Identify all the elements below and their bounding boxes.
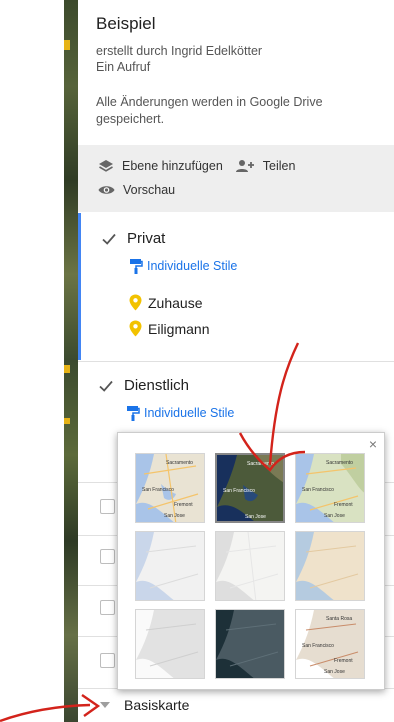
add-layer-button[interactable]: Ebene hinzufügen <box>98 159 223 173</box>
svg-text:San Jose: San Jose <box>164 513 185 519</box>
basemap-toggle[interactable]: Basiskarte <box>100 697 189 713</box>
layer-name[interactable]: Dienstlich <box>124 377 189 394</box>
svg-text:Santa Rosa: Santa Rosa <box>326 616 352 622</box>
paint-roller-icon <box>130 259 143 274</box>
svg-text:San Jose: San Jose <box>324 669 345 675</box>
map-meta: erstellt durch Ingrid Edelkötter Ein Auf… <box>96 43 262 75</box>
layers-icon <box>99 160 113 172</box>
views-count: Ein Aufruf <box>96 60 151 74</box>
layer-checkbox[interactable] <box>98 378 114 394</box>
close-icon[interactable]: × <box>369 436 377 452</box>
eye-icon <box>98 186 115 194</box>
layer-checkbox[interactable] <box>100 549 115 564</box>
chevron-down-icon <box>100 702 110 708</box>
road-marker <box>64 40 70 50</box>
preview-button[interactable]: Vorschau <box>98 183 175 197</box>
layer-checkbox[interactable] <box>101 231 117 247</box>
road-marker <box>64 365 70 373</box>
basemap-tile-satellite[interactable]: Sacramento San Francisco San Jose <box>215 453 285 523</box>
panel-toolbar: Ebene hinzufügen Teilen Vorschau <box>78 145 394 212</box>
svg-text:San Francisco: San Francisco <box>302 643 334 649</box>
place-item[interactable]: Eiligmann <box>129 320 209 337</box>
add-layer-label: Ebene hinzufügen <box>122 159 223 173</box>
basemap-style-popup: × Sacramento San Francisco Fremont San J… <box>117 432 385 690</box>
saved-notice: Alle Änderungen werden in Google Drive g… <box>96 95 323 126</box>
svg-text:Sacramento: Sacramento <box>166 460 193 466</box>
add-person-icon <box>235 160 254 172</box>
individual-styles-link[interactable]: Individuelle Stile <box>129 258 237 274</box>
preview-label: Vorschau <box>123 183 176 197</box>
svg-text:Fremont: Fremont <box>334 658 353 664</box>
road-marker <box>64 418 70 424</box>
share-label: Teilen <box>262 159 296 173</box>
basemap-tile-light-landmass[interactable] <box>135 609 205 679</box>
basemap-tile-light-political[interactable] <box>135 531 205 601</box>
individual-styles-label: Individuelle Stile <box>147 259 238 273</box>
basemap-tile-map[interactable]: Sacramento San Francisco Fremont San Jos… <box>135 453 205 523</box>
location-pin-icon <box>129 320 142 337</box>
svg-text:San Francisco: San Francisco <box>142 487 174 493</box>
place-label: Eiligmann <box>148 320 210 337</box>
basemap-tile-simple-atlas[interactable] <box>295 531 365 601</box>
svg-text:Sacramento: Sacramento <box>326 460 353 466</box>
toolbar-row: Ebene hinzufügen Teilen <box>98 159 295 173</box>
layer-checkbox[interactable] <box>100 499 115 514</box>
svg-text:San Francisco: San Francisco <box>223 488 255 494</box>
basemap-label: Basiskarte <box>124 697 190 713</box>
layer-checkbox[interactable] <box>100 600 115 615</box>
basemap-tile-mono-city[interactable] <box>215 531 285 601</box>
created-by-text: erstellt durch Ingrid Edelkötter <box>96 44 263 58</box>
svg-text:Sacramento: Sacramento <box>247 461 274 467</box>
share-button[interactable]: Teilen <box>235 159 296 173</box>
basemap-tile-terrain[interactable]: Sacramento San Francisco Fremont San Jos… <box>295 453 365 523</box>
individual-styles-link[interactable]: Individuelle Stile <box>126 405 234 421</box>
place-label: Zuhause <box>148 294 203 311</box>
satellite-imagery <box>64 0 78 722</box>
basemap-tile-whitewater[interactable]: Santa Rosa San Francisco Fremont San Jos… <box>295 609 365 679</box>
svg-text:Fremont: Fremont <box>174 502 193 508</box>
layer-privat: Privat Individuelle Stile Zuhause Eiligm… <box>78 213 394 360</box>
layer-name[interactable]: Privat <box>127 230 165 247</box>
svg-text:San Francisco: San Francisco <box>302 487 334 493</box>
svg-text:San Jose: San Jose <box>245 514 266 520</box>
map-satellite-strip[interactable] <box>0 0 78 722</box>
place-item[interactable]: Zuhause <box>129 294 202 311</box>
location-pin-icon <box>129 294 142 311</box>
svg-text:Fremont: Fremont <box>334 502 353 508</box>
map-title[interactable]: Beispiel <box>96 14 156 34</box>
individual-styles-label: Individuelle Stile <box>144 406 235 420</box>
basemap-tile-dark-landmass[interactable] <box>215 609 285 679</box>
svg-text:San Jose: San Jose <box>324 513 345 519</box>
layer-checkbox[interactable] <box>100 653 115 668</box>
paint-roller-icon <box>127 406 140 421</box>
